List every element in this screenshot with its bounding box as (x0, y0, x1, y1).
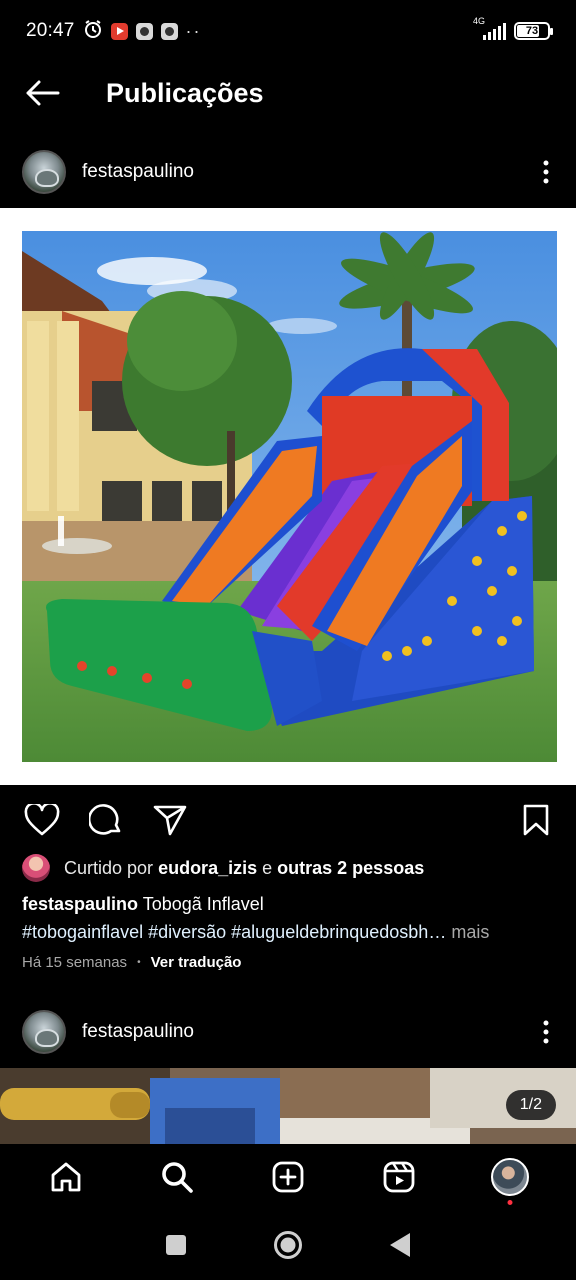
post-username[interactable]: festaspaulino (82, 161, 194, 183)
nav-profile[interactable] (480, 1147, 540, 1207)
alarm-icon (83, 19, 103, 44)
post-image[interactable] (0, 208, 576, 785)
bookmark-icon (523, 804, 549, 836)
home-icon (51, 1162, 80, 1192)
reels-icon (383, 1161, 415, 1193)
battery-icon: 73 (514, 22, 553, 40)
caption-username[interactable]: festaspaulino (22, 894, 138, 914)
square-icon (166, 1235, 186, 1255)
comment-icon (89, 804, 121, 835)
circle-icon (274, 1231, 302, 1259)
post-actions (0, 792, 576, 848)
notification-dot (507, 1200, 513, 1205)
more-notifications-icon: ·· (185, 20, 202, 41)
save-button[interactable] (514, 798, 558, 842)
liked-by-user[interactable]: eudora_izis (158, 858, 257, 879)
like-button[interactable] (20, 798, 64, 842)
avatar[interactable] (22, 1010, 66, 1054)
likes-summary[interactable]: Curtido por eudora_izis e outras 2 pesso… (22, 852, 424, 884)
liked-by-connector: e (262, 857, 273, 878)
profile-avatar (491, 1158, 530, 1196)
back-button[interactable] (0, 62, 84, 124)
home-system-button[interactable] (268, 1225, 308, 1265)
status-bar: 20:47 ·· 4G 73 (0, 0, 576, 62)
caption-more-link[interactable]: mais (451, 922, 489, 942)
search-icon (161, 1162, 193, 1193)
translate-link[interactable]: Ver tradução (151, 954, 242, 971)
next-post-photo (0, 1068, 576, 1144)
post-header: festaspaulino (0, 141, 576, 203)
separator-dot: • (137, 957, 141, 968)
next-post-header: festaspaulino (0, 1001, 576, 1063)
next-post-image[interactable]: 1/2 (0, 1068, 576, 1144)
carousel-page-indicator: 1/2 (505, 1090, 556, 1120)
more-vertical-icon (543, 160, 549, 184)
nav-home[interactable] (36, 1147, 96, 1207)
nav-search[interactable] (147, 1147, 207, 1207)
post-time: Há 15 semanas (22, 954, 128, 971)
top-bar: Publicações (0, 62, 576, 124)
plus-square-icon (272, 1161, 304, 1193)
youtube-notification-icon (110, 22, 128, 40)
liker-avatar (22, 854, 50, 882)
post-username[interactable]: festaspaulino (82, 1021, 194, 1043)
caption-text: Tobogã Inflavel (142, 894, 264, 914)
system-navigation (0, 1210, 576, 1280)
comment-button[interactable] (84, 798, 128, 842)
app-notification-icon-2 (160, 22, 178, 40)
page-title: Publicações (106, 77, 264, 108)
status-system-icons: 4G 73 (473, 16, 553, 40)
back-system-button[interactable] (380, 1225, 420, 1265)
status-time: 20:47 (26, 20, 75, 41)
liked-by-prefix: Curtido por (64, 857, 154, 878)
inflatable-slide-photo (22, 231, 557, 762)
caption-hashtags[interactable]: #tobogainflavel #diversão #alugueldebrin… (22, 922, 446, 942)
liked-by-others[interactable]: outras 2 pessoas (277, 858, 424, 879)
nav-reels[interactable] (369, 1147, 429, 1207)
recent-apps-button[interactable] (156, 1225, 196, 1265)
post-meta: Há 15 semanas • Ver tradução (22, 954, 241, 971)
arrow-left-icon (26, 80, 60, 106)
share-button[interactable] (148, 798, 192, 842)
nav-create[interactable] (258, 1147, 318, 1207)
post-options-button[interactable] (516, 150, 576, 194)
more-vertical-icon (543, 1020, 549, 1044)
signal-icon: 4G (473, 16, 506, 40)
app-notification-icon (135, 22, 153, 40)
network-type: 4G (473, 16, 486, 26)
heart-icon (24, 804, 60, 836)
post-caption: festaspaulino Tobogã Inflavel #tobogainf… (22, 890, 562, 946)
battery-level: 73 (525, 25, 539, 37)
send-icon (153, 805, 187, 836)
status-notification-icons: ·· (83, 19, 202, 44)
avatar[interactable] (22, 150, 66, 194)
triangle-back-icon (390, 1233, 410, 1257)
post-options-button[interactable] (516, 1010, 576, 1054)
bottom-navigation (0, 1144, 576, 1210)
